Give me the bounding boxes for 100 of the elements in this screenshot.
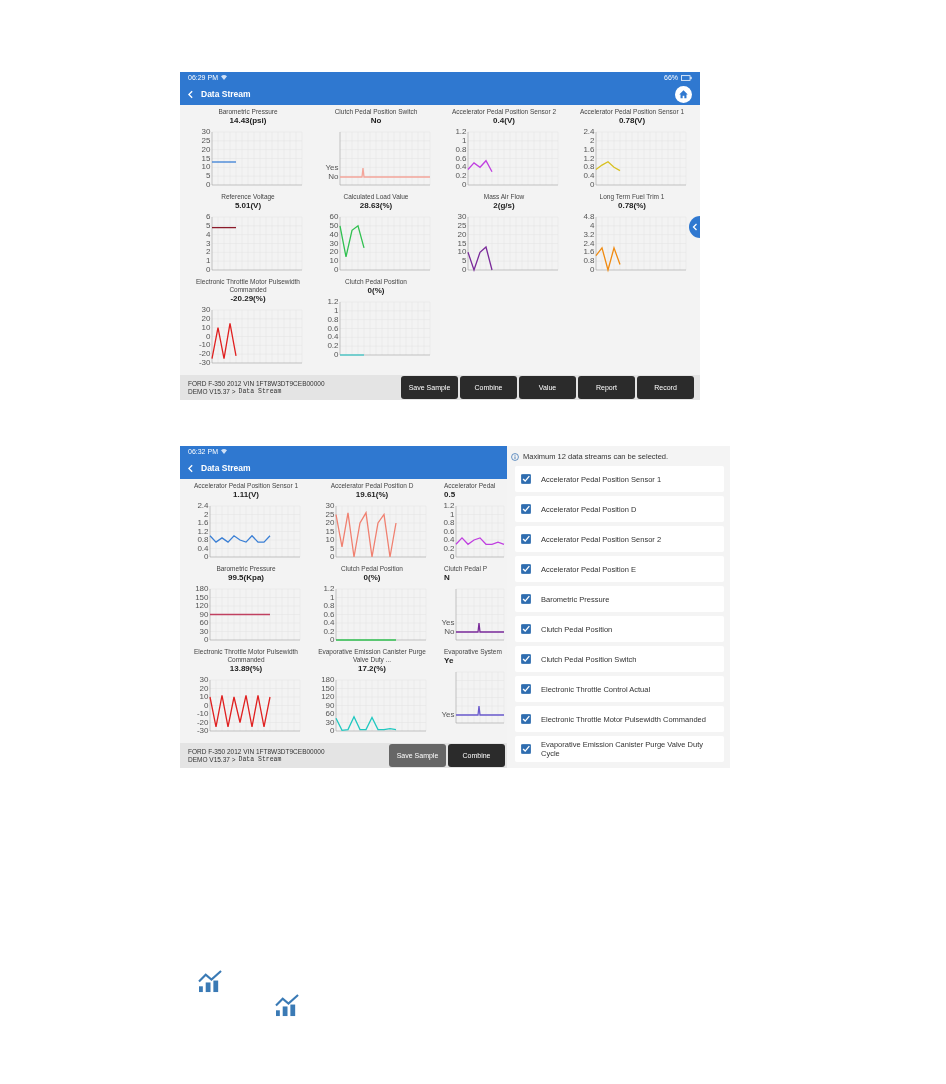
stream-value: 0(%) xyxy=(363,573,381,583)
side-tab-icon[interactable] xyxy=(688,216,700,238)
axis-label: 0 xyxy=(205,331,210,341)
axis-label: 0 xyxy=(329,552,334,561)
axis-label: 60 xyxy=(325,709,334,718)
data-line xyxy=(466,159,493,173)
checkbox[interactable] xyxy=(521,714,531,724)
axis-label: 5 xyxy=(205,171,210,181)
axis-label: 1 xyxy=(461,135,466,145)
axis-label: 0.2 xyxy=(443,543,455,553)
axis-label: 10 xyxy=(201,322,210,332)
axis-label: 0.4 xyxy=(196,543,208,553)
axis-label: 30 xyxy=(201,127,210,136)
axis-label: 0.4 xyxy=(322,618,334,627)
stream-value: 28.63(%) xyxy=(359,201,393,211)
axis-label: -30 xyxy=(196,726,208,735)
axis-label: -20 xyxy=(198,349,210,359)
checkbox[interactable] xyxy=(521,744,531,754)
axis-label: 0.8 xyxy=(443,518,455,527)
stream-value: N xyxy=(444,573,450,583)
axis-label: 0 xyxy=(203,552,208,561)
screen-title: Data Stream xyxy=(201,463,251,473)
axis-label: 20 xyxy=(329,247,338,257)
axis-label: 10 xyxy=(201,162,210,172)
data-line xyxy=(208,613,271,616)
axis-label: 1.6 xyxy=(582,247,594,257)
data-line xyxy=(594,161,621,172)
axis-label: 30 xyxy=(325,717,334,727)
data-line xyxy=(334,715,397,732)
axis-label: 30 xyxy=(201,305,210,314)
wifi-icon xyxy=(220,449,227,454)
stream-value: 2(g/s) xyxy=(493,201,515,211)
stream-value: 14.43(psi) xyxy=(229,116,267,126)
axis-label: 20 xyxy=(201,313,210,323)
checkbox[interactable] xyxy=(521,504,531,514)
axis-label: 20 xyxy=(457,229,466,239)
axis-label: 0.2 xyxy=(326,341,338,351)
data-line xyxy=(338,224,365,258)
data-line xyxy=(338,354,365,356)
axis-label: 1.2 xyxy=(454,127,466,136)
axis-label: 0 xyxy=(333,265,338,274)
axis-label: 20 xyxy=(201,144,210,154)
axis-label: 0.6 xyxy=(326,323,338,333)
axis-label: 10 xyxy=(325,535,334,544)
axis-label: 0.8 xyxy=(322,601,334,610)
checkbox[interactable] xyxy=(521,564,531,574)
back-icon[interactable] xyxy=(188,89,193,99)
axis-label: 90 xyxy=(325,700,334,710)
axis-label: 150 xyxy=(194,592,208,602)
axis-label: 3 xyxy=(205,238,210,248)
checkbox[interactable] xyxy=(521,474,531,484)
stream-value: 0.78(V) xyxy=(618,116,646,126)
axis-label: 10 xyxy=(329,256,338,266)
checkbox[interactable] xyxy=(521,624,531,634)
data-line xyxy=(455,536,505,546)
axis-label: 180 xyxy=(194,584,208,593)
stream-value: 0.4(V) xyxy=(493,116,515,126)
axis-label: 0.8 xyxy=(196,535,208,544)
axis-label: 1 xyxy=(450,509,455,519)
stream-value: 0.78(%) xyxy=(618,201,646,211)
axis-label: 3.2 xyxy=(582,229,594,239)
checkbox[interactable] xyxy=(521,594,531,604)
axis-label: 60 xyxy=(199,618,208,627)
axis-label: 0 xyxy=(450,552,455,561)
chart-icon xyxy=(275,994,300,1017)
axis-label: 180 xyxy=(320,675,334,684)
stream-value: 13.89(%) xyxy=(229,664,263,674)
axis-label: 10 xyxy=(199,692,208,701)
data-line xyxy=(208,534,271,543)
checkbox[interactable] xyxy=(521,534,531,544)
axis-label: 0 xyxy=(589,180,594,189)
data-line xyxy=(594,245,621,273)
axis-label: 0.2 xyxy=(322,626,334,636)
axis-label: 120 xyxy=(320,692,334,701)
stream-value: No xyxy=(370,116,382,126)
axis-label: 0.8 xyxy=(326,314,338,324)
axis-label: 30 xyxy=(329,238,338,248)
axis-label: 0 xyxy=(205,265,210,274)
axis-label: 0.8 xyxy=(454,144,466,154)
back-icon[interactable] xyxy=(188,463,193,473)
stream-value: Ye xyxy=(444,656,454,666)
axis-label: 60 xyxy=(329,212,338,221)
axis-label: 25 xyxy=(201,135,210,145)
home-icon[interactable] xyxy=(675,85,692,103)
axis-label: 4.8 xyxy=(582,212,594,221)
data-line xyxy=(334,639,397,641)
axis-label: 20 xyxy=(199,683,208,693)
axis-label: 2.4 xyxy=(582,238,594,248)
axis-label: 150 xyxy=(320,683,334,693)
checkbox[interactable] xyxy=(521,684,531,694)
axis-label: 5 xyxy=(461,256,466,266)
axis-label: 0 xyxy=(203,635,208,644)
screen-title: Data Stream xyxy=(201,89,251,99)
axis-label: 0.8 xyxy=(582,162,594,172)
checkbox[interactable] xyxy=(521,654,531,664)
axis-label: 2.4 xyxy=(196,501,208,510)
axis-label: 15 xyxy=(457,238,466,248)
axis-label: 30 xyxy=(325,501,334,510)
axis-label: 0 xyxy=(205,180,210,189)
axis-label: 2 xyxy=(205,247,210,257)
